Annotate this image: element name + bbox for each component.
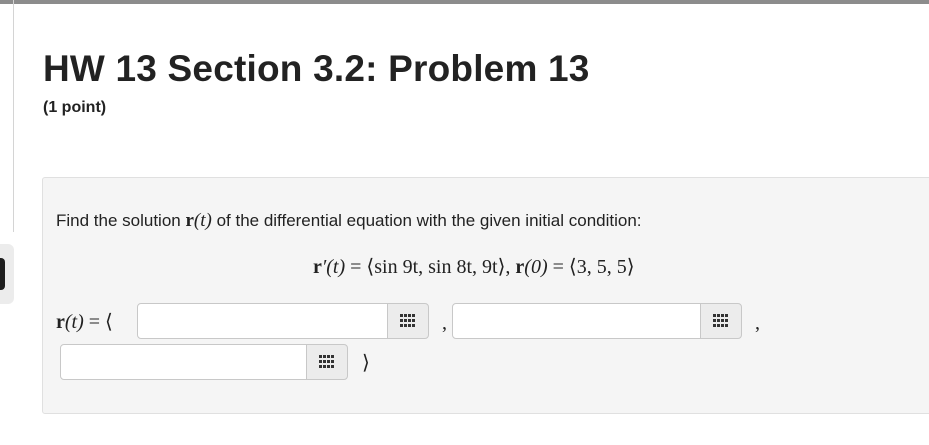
answer-field-1[interactable] <box>137 303 393 339</box>
answer-field-3[interactable] <box>60 344 316 380</box>
page-title: HW 13 Section 3.2: Problem 13 <box>43 48 590 89</box>
top-divider <box>0 0 929 4</box>
sidebar-toggle[interactable] <box>0 244 14 304</box>
prompt-text-before: Find the solution <box>56 211 186 230</box>
eq-r0-arg: (0) <box>524 256 548 278</box>
comma-separator-2: , <box>755 312 760 334</box>
left-border <box>13 0 14 232</box>
problem-points: (1 point) <box>43 99 107 116</box>
comma-separator-1: , <box>442 312 447 334</box>
lhs-r: r <box>56 311 65 333</box>
eq-r0-r: r <box>515 256 525 278</box>
grid-icon <box>400 314 416 328</box>
prompt-text-after: of the differential equation with the gi… <box>211 211 642 230</box>
eq-prime-t: ′(t) <box>321 256 346 278</box>
lhs-t: (t) <box>64 311 84 333</box>
close-bracket: ⟩ <box>362 352 370 374</box>
equation-editor-button-3[interactable] <box>306 344 348 380</box>
lhs-rest: = ⟨ <box>83 311 113 333</box>
problem-prompt: Find the solution r(t) of the differenti… <box>56 210 642 232</box>
prompt-r: r <box>185 210 194 231</box>
equation-editor-button-1[interactable] <box>387 303 429 339</box>
eq-r: r <box>313 256 322 278</box>
differential-equation: r′(t) = ⟨sin 9t, sin 8t, 9t⟩, r(0) = ⟨3,… <box>313 254 635 279</box>
grid-icon <box>319 355 335 369</box>
eq-rhs: = ⟨sin 9t, sin 8t, 9t⟩, <box>345 256 516 278</box>
answer-lhs: r(t) = ⟨ <box>56 309 113 334</box>
prompt-t: (t) <box>193 210 212 231</box>
equation-editor-button-2[interactable] <box>700 303 742 339</box>
grid-icon <box>713 314 729 328</box>
answer-field-2[interactable] <box>452 303 708 339</box>
toggle-handle[interactable] <box>0 258 5 290</box>
eq-initial: = ⟨3, 5, 5⟩ <box>547 256 635 278</box>
